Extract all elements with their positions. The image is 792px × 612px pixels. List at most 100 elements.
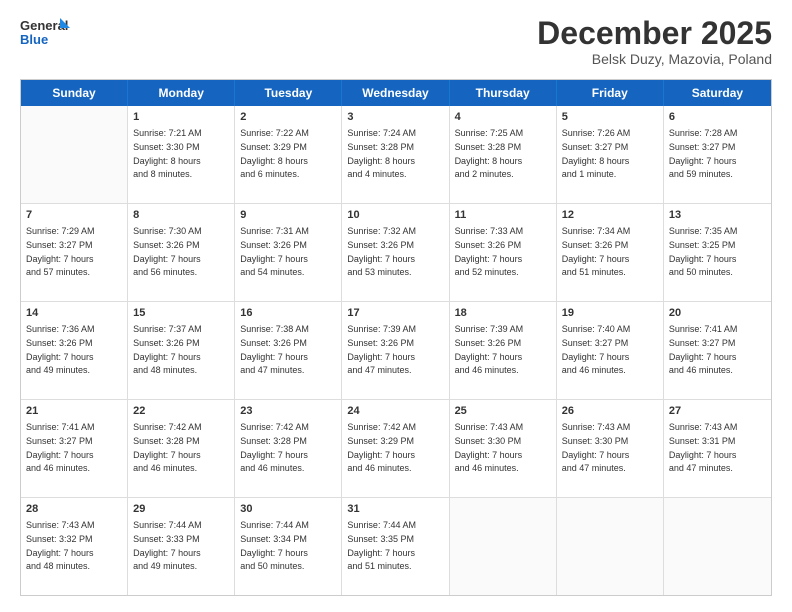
day-info: Sunrise: 7:26 AM Sunset: 3:27 PM Dayligh… [562, 128, 631, 179]
calendar-week-row: 21 Sunrise: 7:41 AM Sunset: 3:27 PM Dayli… [21, 400, 771, 498]
calendar-cell [21, 106, 128, 203]
day-info: Sunrise: 7:31 AM Sunset: 3:26 PM Dayligh… [240, 226, 309, 277]
day-number: 4 [455, 110, 551, 125]
day-number: 30 [240, 502, 336, 517]
day-info: Sunrise: 7:28 AM Sunset: 3:27 PM Dayligh… [669, 128, 738, 179]
day-number: 16 [240, 306, 336, 321]
day-of-week-header: Thursday [450, 80, 557, 106]
calendar-cell: 16 Sunrise: 7:38 AM Sunset: 3:26 PM Dayli… [235, 302, 342, 399]
calendar-cell: 21 Sunrise: 7:41 AM Sunset: 3:27 PM Dayli… [21, 400, 128, 497]
calendar-cell [450, 498, 557, 595]
calendar-cell: 22 Sunrise: 7:42 AM Sunset: 3:28 PM Dayli… [128, 400, 235, 497]
calendar-body: 1 Sunrise: 7:21 AM Sunset: 3:30 PM Daylig… [21, 106, 771, 595]
day-number: 26 [562, 404, 658, 419]
calendar-cell: 23 Sunrise: 7:42 AM Sunset: 3:28 PM Dayli… [235, 400, 342, 497]
calendar-cell: 17 Sunrise: 7:39 AM Sunset: 3:26 PM Dayli… [342, 302, 449, 399]
calendar-cell: 2Sunrise: 7:22 AM Sunset: 3:29 PM Daylig… [235, 106, 342, 203]
day-number: 19 [562, 306, 658, 321]
calendar-cell: 31Sunrise: 7:44 AM Sunset: 3:35 PM Dayli… [342, 498, 449, 595]
calendar-cell: 28Sunrise: 7:43 AM Sunset: 3:32 PM Dayli… [21, 498, 128, 595]
day-number: 22 [133, 404, 229, 419]
calendar-cell: 1 Sunrise: 7:21 AM Sunset: 3:30 PM Daylig… [128, 106, 235, 203]
calendar-cell: 18 Sunrise: 7:39 AM Sunset: 3:26 PM Dayli… [450, 302, 557, 399]
day-number: 8 [133, 208, 229, 223]
day-number: 9 [240, 208, 336, 223]
day-number: 31 [347, 502, 443, 517]
calendar-cell: 11 Sunrise: 7:33 AM Sunset: 3:26 PM Dayli… [450, 204, 557, 301]
day-info: Sunrise: 7:29 AM Sunset: 3:27 PM Dayligh… [26, 226, 95, 277]
month-title: December 2025 [537, 16, 772, 51]
day-info: Sunrise: 7:39 AM Sunset: 3:26 PM Dayligh… [347, 324, 416, 375]
calendar: SundayMondayTuesdayWednesdayThursdayFrid… [20, 79, 772, 596]
day-info: Sunrise: 7:43 AM Sunset: 3:30 PM Dayligh… [562, 422, 631, 473]
calendar-cell: 10 Sunrise: 7:32 AM Sunset: 3:26 PM Dayli… [342, 204, 449, 301]
calendar-cell: 13Sunrise: 7:35 AM Sunset: 3:25 PM Dayli… [664, 204, 771, 301]
calendar-cell: 4 Sunrise: 7:25 AM Sunset: 3:28 PM Daylig… [450, 106, 557, 203]
calendar-cell: 3Sunrise: 7:24 AM Sunset: 3:28 PM Daylig… [342, 106, 449, 203]
day-of-week-header: Sunday [21, 80, 128, 106]
calendar-cell: 5 Sunrise: 7:26 AM Sunset: 3:27 PM Daylig… [557, 106, 664, 203]
calendar-cell [664, 498, 771, 595]
day-number: 25 [455, 404, 551, 419]
day-info: Sunrise: 7:41 AM Sunset: 3:27 PM Dayligh… [26, 422, 95, 473]
day-of-week-header: Saturday [664, 80, 771, 106]
calendar-cell: 27Sunrise: 7:43 AM Sunset: 3:31 PM Dayli… [664, 400, 771, 497]
calendar-header: SundayMondayTuesdayWednesdayThursdayFrid… [21, 80, 771, 106]
day-number: 17 [347, 306, 443, 321]
day-number: 6 [669, 110, 766, 125]
day-info: Sunrise: 7:40 AM Sunset: 3:27 PM Dayligh… [562, 324, 631, 375]
calendar-cell: 30 Sunrise: 7:44 AM Sunset: 3:34 PM Dayli… [235, 498, 342, 595]
day-info: Sunrise: 7:21 AM Sunset: 3:30 PM Dayligh… [133, 128, 202, 179]
calendar-cell: 15 Sunrise: 7:37 AM Sunset: 3:26 PM Dayli… [128, 302, 235, 399]
logo: General Blue [20, 16, 70, 52]
calendar-week-row: 1 Sunrise: 7:21 AM Sunset: 3:30 PM Daylig… [21, 106, 771, 204]
day-info: Sunrise: 7:39 AM Sunset: 3:26 PM Dayligh… [455, 324, 524, 375]
svg-text:Blue: Blue [20, 32, 48, 47]
day-info: Sunrise: 7:36 AM Sunset: 3:26 PM Dayligh… [26, 324, 95, 375]
day-number: 18 [455, 306, 551, 321]
day-info: Sunrise: 7:30 AM Sunset: 3:26 PM Dayligh… [133, 226, 202, 277]
calendar-cell: 7 Sunrise: 7:29 AM Sunset: 3:27 PM Daylig… [21, 204, 128, 301]
day-info: Sunrise: 7:37 AM Sunset: 3:26 PM Dayligh… [133, 324, 202, 375]
day-of-week-header: Monday [128, 80, 235, 106]
day-number: 1 [133, 110, 229, 125]
calendar-week-row: 14 Sunrise: 7:36 AM Sunset: 3:26 PM Dayli… [21, 302, 771, 400]
header: General Blue December 2025 Belsk Duzy, M… [20, 16, 772, 67]
day-info: Sunrise: 7:34 AM Sunset: 3:26 PM Dayligh… [562, 226, 631, 277]
day-number: 29 [133, 502, 229, 517]
calendar-week-row: 7 Sunrise: 7:29 AM Sunset: 3:27 PM Daylig… [21, 204, 771, 302]
day-number: 10 [347, 208, 443, 223]
day-info: Sunrise: 7:43 AM Sunset: 3:30 PM Dayligh… [455, 422, 524, 473]
calendar-cell: 20Sunrise: 7:41 AM Sunset: 3:27 PM Dayli… [664, 302, 771, 399]
day-info: Sunrise: 7:25 AM Sunset: 3:28 PM Dayligh… [455, 128, 524, 179]
day-number: 14 [26, 306, 122, 321]
day-number: 3 [347, 110, 443, 125]
day-number: 12 [562, 208, 658, 223]
calendar-cell: 8 Sunrise: 7:30 AM Sunset: 3:26 PM Daylig… [128, 204, 235, 301]
day-number: 23 [240, 404, 336, 419]
calendar-cell: 12 Sunrise: 7:34 AM Sunset: 3:26 PM Dayli… [557, 204, 664, 301]
day-number: 5 [562, 110, 658, 125]
day-number: 7 [26, 208, 122, 223]
calendar-cell: 19 Sunrise: 7:40 AM Sunset: 3:27 PM Dayli… [557, 302, 664, 399]
calendar-cell: 9 Sunrise: 7:31 AM Sunset: 3:26 PM Daylig… [235, 204, 342, 301]
day-info: Sunrise: 7:33 AM Sunset: 3:26 PM Dayligh… [455, 226, 524, 277]
day-number: 15 [133, 306, 229, 321]
day-info: Sunrise: 7:42 AM Sunset: 3:29 PM Dayligh… [347, 422, 416, 473]
day-info: Sunrise: 7:42 AM Sunset: 3:28 PM Dayligh… [240, 422, 309, 473]
day-info: Sunrise: 7:32 AM Sunset: 3:26 PM Dayligh… [347, 226, 416, 277]
day-number: 13 [669, 208, 766, 223]
day-number: 21 [26, 404, 122, 419]
day-info: Sunrise: 7:41 AM Sunset: 3:27 PM Dayligh… [669, 324, 738, 375]
day-info: Sunrise: 7:44 AM Sunset: 3:34 PM Dayligh… [240, 520, 309, 571]
calendar-cell: 14 Sunrise: 7:36 AM Sunset: 3:26 PM Dayli… [21, 302, 128, 399]
calendar-cell: 25 Sunrise: 7:43 AM Sunset: 3:30 PM Dayli… [450, 400, 557, 497]
calendar-week-row: 28Sunrise: 7:43 AM Sunset: 3:32 PM Dayli… [21, 498, 771, 595]
day-info: Sunrise: 7:38 AM Sunset: 3:26 PM Dayligh… [240, 324, 309, 375]
day-info: Sunrise: 7:42 AM Sunset: 3:28 PM Dayligh… [133, 422, 202, 473]
logo-svg: General Blue [20, 16, 70, 52]
day-number: 11 [455, 208, 551, 223]
day-number: 2 [240, 110, 336, 125]
calendar-cell: 6 Sunrise: 7:28 AM Sunset: 3:27 PM Daylig… [664, 106, 771, 203]
day-of-week-header: Wednesday [342, 80, 449, 106]
